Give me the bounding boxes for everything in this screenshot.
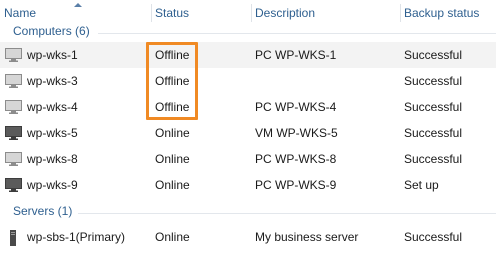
cell-backup-status: Set up xyxy=(404,178,439,192)
column-header-bar: Name Status Description Backup status xyxy=(0,0,496,24)
cell-backup-status: Successful xyxy=(404,230,463,244)
cell-name: wp-wks-5 xyxy=(27,126,78,140)
server-icon xyxy=(5,230,22,246)
pc-offline-icon xyxy=(5,100,22,114)
pc-offline-icon xyxy=(5,152,22,166)
group-header-servers[interactable]: Servers (1) xyxy=(0,202,496,222)
cell-description: VM WP-WKS-5 xyxy=(255,126,338,140)
pc-offline-icon xyxy=(5,48,22,62)
table-row[interactable]: wp-wks-1 Offline PC WP-WKS-1 Successful xyxy=(0,42,496,68)
group-header-computers[interactable]: Computers (6) xyxy=(0,22,496,42)
table-row[interactable]: wp-wks-8 Online PC WP-WKS-8 Successful xyxy=(0,146,496,172)
column-header-backup-status-label: Backup status xyxy=(404,6,480,20)
column-header-backup-status[interactable]: Backup status xyxy=(400,0,496,24)
table-row[interactable]: wp-sbs-1(Primary) Online My business serve… xyxy=(0,224,496,250)
cell-description: My business server xyxy=(255,230,359,244)
group-label: Computers (6) xyxy=(13,24,90,38)
column-header-name-label: Name xyxy=(4,6,37,20)
table-row[interactable]: wp-wks-9 Online PC WP-WKS-9 Set up xyxy=(0,172,496,198)
group-divider xyxy=(98,33,496,34)
pc-offline-icon xyxy=(5,74,22,88)
cell-description: PC WP-WKS-4 xyxy=(255,100,337,114)
column-header-description-label: Description xyxy=(255,6,316,20)
cell-backup-status: Successful xyxy=(404,48,463,62)
cell-name: wp-wks-1 xyxy=(27,48,78,62)
table-row[interactable]: wp-wks-4 Offline PC WP-WKS-4 Successful xyxy=(0,94,496,120)
cell-status: Online xyxy=(155,230,190,244)
sort-ascending-icon xyxy=(74,3,82,7)
pc-online-icon xyxy=(5,178,22,192)
cell-backup-status: Successful xyxy=(404,152,463,166)
group-label: Servers (1) xyxy=(13,204,73,218)
table-row[interactable]: wp-wks-5 Online VM WP-WKS-5 Successful xyxy=(0,120,496,146)
group-divider xyxy=(78,213,496,214)
cell-backup-status: Successful xyxy=(404,126,463,140)
table-row[interactable]: wp-wks-3 Offline Successful xyxy=(0,68,496,94)
cell-status: Online xyxy=(155,126,190,140)
cell-status: Online xyxy=(155,178,190,192)
cell-name: wp-sbs-1(Primary) xyxy=(27,230,126,244)
cell-backup-status: Successful xyxy=(404,100,463,114)
cell-backup-status: Successful xyxy=(404,74,463,88)
cell-description: PC WP-WKS-9 xyxy=(255,178,337,192)
column-header-description[interactable]: Description xyxy=(251,0,400,24)
column-header-name[interactable]: Name xyxy=(0,0,151,24)
offline-status-highlight-box xyxy=(146,42,198,120)
column-header-status[interactable]: Status xyxy=(151,0,251,24)
pc-online-icon xyxy=(5,126,22,140)
cell-name: wp-wks-9 xyxy=(27,178,78,192)
cell-name: wp-wks-4 xyxy=(27,100,78,114)
cell-status: Online xyxy=(155,152,190,166)
column-header-status-label: Status xyxy=(155,6,190,20)
cell-description: PC WP-WKS-8 xyxy=(255,152,337,166)
cell-name: wp-wks-3 xyxy=(27,74,78,88)
cell-name: wp-wks-8 xyxy=(27,152,78,166)
cell-description: PC WP-WKS-1 xyxy=(255,48,337,62)
